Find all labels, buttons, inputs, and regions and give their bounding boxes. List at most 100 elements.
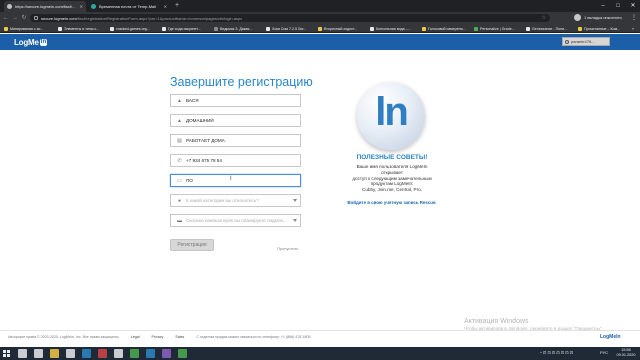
lock-icon [34,16,38,20]
bookmark-icon [4,26,8,31]
bookmark-label: Консольная вода –... [376,26,411,31]
bookmark-icon [214,26,218,31]
media-icon[interactable] [114,349,123,358]
close-icon[interactable]: ✕ [164,4,167,9]
bookmarks-overflow-icon[interactable]: » [632,25,634,32]
phone-icon: ✆ [177,157,182,164]
explorer-icon[interactable] [50,349,59,358]
search-icon[interactable] [18,349,27,358]
steam-icon[interactable] [146,349,155,358]
skip-link[interactable]: Пропустить [277,246,298,251]
clock-date: 09.01.2020 [616,353,636,357]
bookmark-label: Голосовой измерени... [428,26,466,31]
store-icon[interactable] [66,349,75,358]
bookmark-icon [474,26,478,31]
reload-icon[interactable]: ↻ [20,14,28,22]
language-indicator[interactable]: РУС [600,350,608,355]
bookmark-item[interactable]: Голосовой измерени... [422,25,466,32]
bookmark-icon [370,26,374,31]
incognito-icon [574,14,581,21]
tips-body: Ваше имя пользователя LogMeIn открывает … [338,164,446,193]
computers-select[interactable]: ▬ Сколько компьютеров вы планируете подк… [170,214,301,227]
app-purple-icon[interactable] [162,349,171,358]
bookmark-label: Минирования с ас... [10,26,44,31]
footer-logmein-logo: LogMeIn [600,334,621,340]
bookmark-item[interactable]: Где хода искуснет... [162,25,201,32]
bookmark-icon [318,26,322,31]
forward-arrow-icon[interactable]: → [11,14,19,22]
browser-menu-icon[interactable]: ⋮ [630,12,638,24]
bookmark-item[interactable]: Geneseance - Пони... [526,25,567,32]
incognito-profile[interactable]: 1 вкладка инкогнито [574,14,622,21]
logmein-ln-logo: ln [357,82,425,150]
site-footer: Авторские права © 2003-2020, LogMeIn, In… [8,335,322,339]
temp-mail-icon [91,4,96,9]
first-name-field[interactable]: ▲ ВАСЯ [170,94,301,107]
minimize-button[interactable]: – [596,0,610,12]
tab-logmein[interactable]: https://secure.logmein.com/fiscf/... ✕ [4,1,86,12]
mail-icon[interactable] [82,349,91,358]
last-name-field[interactable]: ▲ ДОМАШНИЙ [170,114,301,127]
bookmark-item[interactable]: Минирования с ас... [4,25,43,32]
category-select[interactable]: ● К какой категории вы относитесь? [170,194,301,207]
bookmark-icon [110,26,114,31]
bookmark-item[interactable]: Personalize | Grade... [474,25,515,32]
job-title-value: ПО [186,178,193,183]
url-text: secure.logmein.com/fiscf/registration/Re… [41,16,242,21]
copyright-text: Авторские права © 2003-2020, LogMeIn, In… [8,335,119,339]
rescue-login-link[interactable]: Войдите в свою учетную запись Rescue. [330,200,454,205]
footer-divider [0,330,640,331]
briefcase-icon: ▭ [177,177,182,184]
bookmark-item[interactable]: Прочитанные – Ком... [578,25,620,32]
logo-letters: ln [375,90,409,134]
account-name: paramir476... [571,39,595,44]
windows-start-icon[interactable] [3,350,10,357]
legal-link[interactable]: Legal [131,335,140,339]
tips-line: Cubby, Join.me, Central, Pro. [362,187,422,193]
bookmark-label: Ведьмак 3: Дикая... [220,26,253,31]
bookmark-item[interactable]: Консольная вода –... [370,25,411,32]
logo-text: LogMe [14,38,39,47]
system-tray[interactable]: ^ ⊡ ⊡ ⊡ ⊡ ⊡ ⊡ ⊡ [540,350,573,355]
person-icon: ▲ [177,117,182,124]
page-title: Завершите регистрацию [170,75,313,89]
task-view-icon[interactable] [34,349,43,358]
bookmark-item[interactable]: cracked-games.org... [110,25,150,32]
star-icon[interactable]: ☆ [542,15,546,21]
taskbar-clock[interactable]: 15:56 09.01.2020 [614,348,638,358]
bookmark-icon [578,26,582,31]
new-tab-button[interactable]: + [175,1,179,11]
bookmark-item[interactable]: Вторичный ходост... [318,25,357,32]
close-icon[interactable]: ✕ [80,4,83,9]
overflow-glyph: » [632,26,634,31]
globe-icon [7,4,12,9]
bookmark-icon [422,26,426,31]
building-icon: ▤ [177,137,182,144]
job-title-field[interactable]: ▭ ПО [170,174,301,187]
bookmark-item[interactable]: Хоки Сим 7.2.5 Лиг... [266,25,306,32]
company-value: РАБОТАЕТ ДОМА [186,138,225,143]
company-field[interactable]: ▤ РАБОТАЕТ ДОМА [170,134,301,147]
user-icon [565,39,569,44]
category-placeholder: К какой категории вы относитесь? [186,198,259,203]
register-button[interactable]: Регистрация [170,239,214,251]
bookmark-item[interactable]: Элементы и типы с... [58,25,99,32]
back-arrow-icon[interactable]: ← [2,14,10,22]
person-icon: ▲ [177,97,182,104]
computers-placeholder: Сколько компьютеров вы планируете подклю… [186,218,287,223]
tab-title: https://secure.logmein.com/fiscf/... [15,4,76,9]
logmein-logo[interactable]: LogMe In [14,38,48,47]
first-name-value: ВАСЯ [186,98,199,103]
tab-temp-mail[interactable]: Временная почта от Temp-Mail ✕ [88,1,170,12]
privacy-link[interactable]: Privacy [152,335,164,339]
sales-link[interactable]: Sales [175,335,184,339]
phone-field[interactable]: ✆ +7 934 675 78 54 [170,154,301,167]
bookmark-item[interactable]: Ведьмак 3: Дикая... [214,25,252,32]
app-green-icon[interactable] [178,349,187,358]
address-bar[interactable]: secure.logmein.com/fiscf/registration/Re… [30,14,550,22]
app-red-icon[interactable] [98,349,107,358]
close-window-button[interactable]: ✕ [626,0,640,12]
chrome-icon[interactable] [130,349,139,358]
account-badge[interactable]: paramir476... [562,37,610,46]
maximize-button[interactable]: □ [611,0,625,12]
